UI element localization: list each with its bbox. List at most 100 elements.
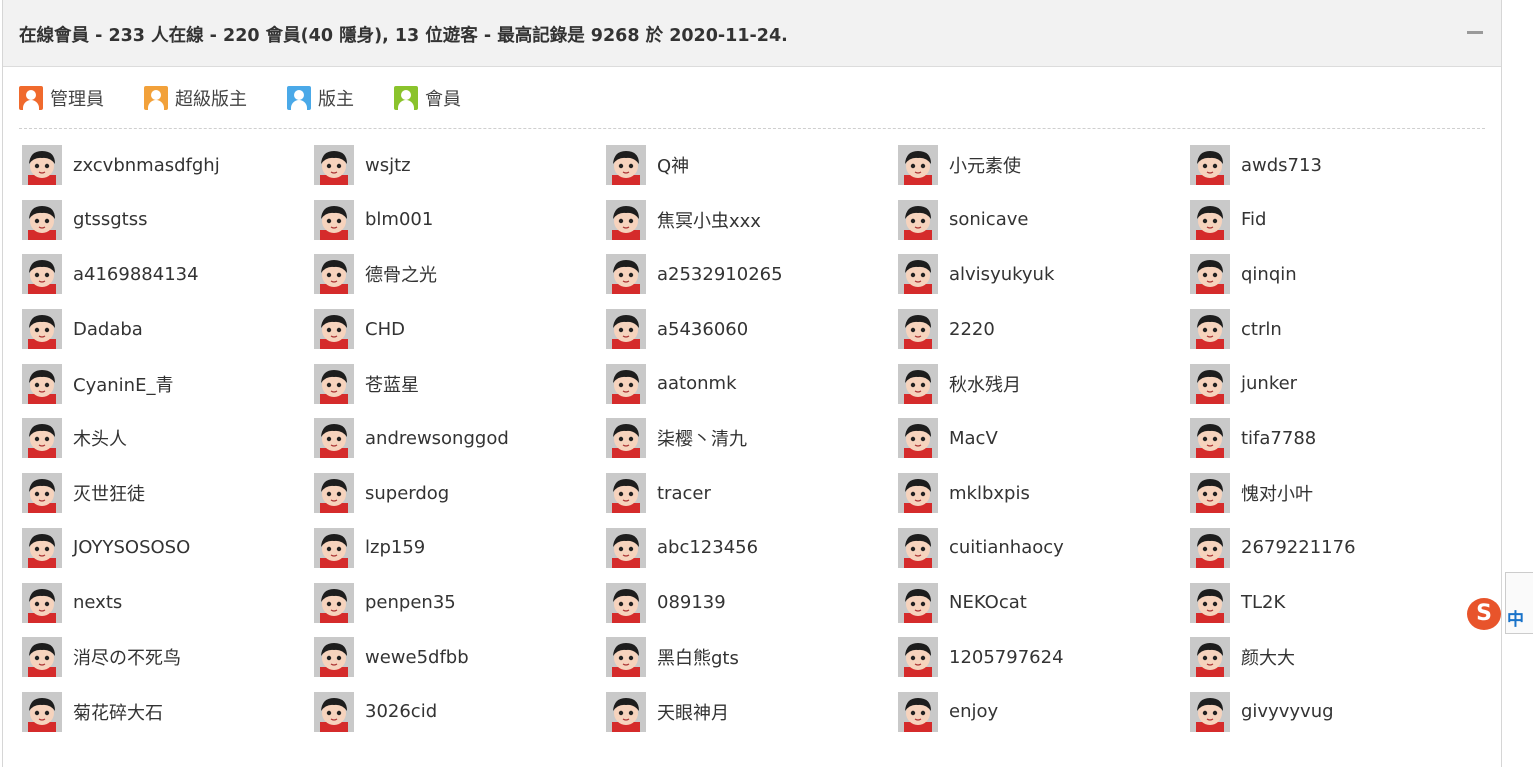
user-avatar[interactable] [898,473,938,514]
user-avatar[interactable] [314,582,354,623]
member-item[interactable]: 3026cid [314,691,606,732]
member-item[interactable]: a5436060 [606,309,898,350]
member-username[interactable]: 1205797624 [949,647,1064,668]
member-username[interactable]: 德骨之光 [365,261,437,287]
user-avatar[interactable] [1190,199,1230,240]
member-item[interactable]: 089139 [606,582,898,623]
member-username[interactable]: andrewsonggod [365,428,509,449]
member-username[interactable]: wewe5dfbb [365,647,469,668]
user-avatar[interactable] [22,691,62,732]
member-username[interactable]: tracer [657,483,711,504]
user-avatar[interactable] [1190,473,1230,514]
member-item[interactable]: wewe5dfbb [314,637,606,678]
user-avatar[interactable] [1190,363,1230,404]
member-item[interactable]: 焦冥小虫xxx [606,199,898,240]
member-item[interactable]: a4169884134 [22,254,314,295]
user-avatar[interactable] [22,309,62,350]
member-item[interactable]: tracer [606,473,898,514]
member-item[interactable]: zxcvbnmasdfghj [22,145,314,185]
user-avatar[interactable] [898,691,938,732]
member-item[interactable]: CHD [314,309,606,350]
member-item[interactable]: 柒樱丶清九 [606,418,898,459]
member-item[interactable]: tifa7788 [1190,418,1482,459]
user-avatar[interactable] [1190,254,1230,295]
user-avatar[interactable] [1190,418,1230,459]
member-username[interactable]: 焦冥小虫xxx [657,207,761,233]
member-username[interactable]: aatonmk [657,373,737,394]
user-avatar[interactable] [314,254,354,295]
member-username[interactable]: qinqin [1241,264,1297,285]
member-item[interactable]: 2220 [898,309,1190,350]
member-username[interactable]: MacV [949,428,998,449]
member-username[interactable]: 消尽の不死鸟 [73,644,181,670]
member-username[interactable]: Q神 [657,152,689,178]
member-username[interactable]: 天眼神月 [657,699,729,725]
user-avatar[interactable] [1190,527,1230,568]
user-avatar[interactable] [314,473,354,514]
member-item[interactable]: 菊花碎大石 [22,691,314,732]
user-avatar[interactable] [314,363,354,404]
user-avatar[interactable] [314,637,354,678]
member-item[interactable]: 2679221176 [1190,527,1482,568]
member-username[interactable]: penpen35 [365,592,456,613]
member-item[interactable]: andrewsonggod [314,418,606,459]
member-username[interactable]: Fid [1241,209,1266,230]
member-item[interactable]: 苍蓝星 [314,363,606,404]
member-item[interactable]: 小元素使 [898,145,1190,185]
member-username[interactable]: tifa7788 [1241,428,1316,449]
member-username[interactable]: blm001 [365,209,433,230]
member-username[interactable]: TL2K [1241,592,1285,613]
member-username[interactable]: 089139 [657,592,726,613]
member-item[interactable]: awds713 [1190,145,1482,185]
user-avatar[interactable] [606,418,646,459]
member-item[interactable]: Q神 [606,145,898,185]
member-username[interactable]: 木头人 [73,425,127,451]
member-item[interactable]: wsjtz [314,145,606,185]
member-username[interactable]: 柒樱丶清九 [657,425,747,451]
member-username[interactable]: enjoy [949,701,998,722]
member-item[interactable]: Dadaba [22,309,314,350]
member-username[interactable]: JOYYSOSOSO [73,537,190,558]
member-item[interactable]: a2532910265 [606,254,898,295]
user-avatar[interactable] [22,199,62,240]
member-username[interactable]: CHD [365,319,405,340]
member-item[interactable]: mklbxpis [898,473,1190,514]
member-username[interactable]: 灭世狂徒 [73,480,145,506]
member-username[interactable]: wsjtz [365,155,411,176]
member-item[interactable]: 秋水残月 [898,363,1190,404]
member-item[interactable]: JOYYSOSOSO [22,527,314,568]
member-username[interactable]: 秋水残月 [949,371,1021,397]
member-item[interactable]: qinqin [1190,254,1482,295]
member-item[interactable]: 颜大大 [1190,637,1482,678]
member-item[interactable]: 消尽の不死鸟 [22,637,314,678]
member-username[interactable]: 菊花碎大石 [73,699,163,725]
member-item[interactable]: alvisyukyuk [898,254,1190,295]
user-avatar[interactable] [898,637,938,678]
user-avatar[interactable] [1190,582,1230,623]
member-username[interactable]: nexts [73,592,122,613]
member-username[interactable]: alvisyukyuk [949,264,1054,285]
member-username[interactable]: 2679221176 [1241,537,1356,558]
member-username[interactable]: abc123456 [657,537,758,558]
member-username[interactable]: a2532910265 [657,264,783,285]
user-avatar[interactable] [1190,145,1230,185]
member-username[interactable]: junker [1241,373,1297,394]
user-avatar[interactable] [606,527,646,568]
user-avatar[interactable] [22,363,62,404]
member-item[interactable]: cuitianhaocy [898,527,1190,568]
member-item[interactable]: Fid [1190,199,1482,240]
sogou-ime-icon[interactable]: S [1467,598,1501,630]
user-avatar[interactable] [22,473,62,514]
member-username[interactable]: superdog [365,483,449,504]
user-avatar[interactable] [606,363,646,404]
member-username[interactable]: lzp159 [365,537,425,558]
member-item[interactable]: TL2K [1190,582,1482,623]
member-username[interactable]: awds713 [1241,155,1322,176]
member-item[interactable]: nexts [22,582,314,623]
member-item[interactable]: lzp159 [314,527,606,568]
user-avatar[interactable] [314,199,354,240]
member-username[interactable]: 黑白熊gts [657,644,739,670]
member-username[interactable]: cuitianhaocy [949,537,1064,558]
member-item[interactable]: 德骨之光 [314,254,606,295]
member-username[interactable]: a5436060 [657,319,748,340]
